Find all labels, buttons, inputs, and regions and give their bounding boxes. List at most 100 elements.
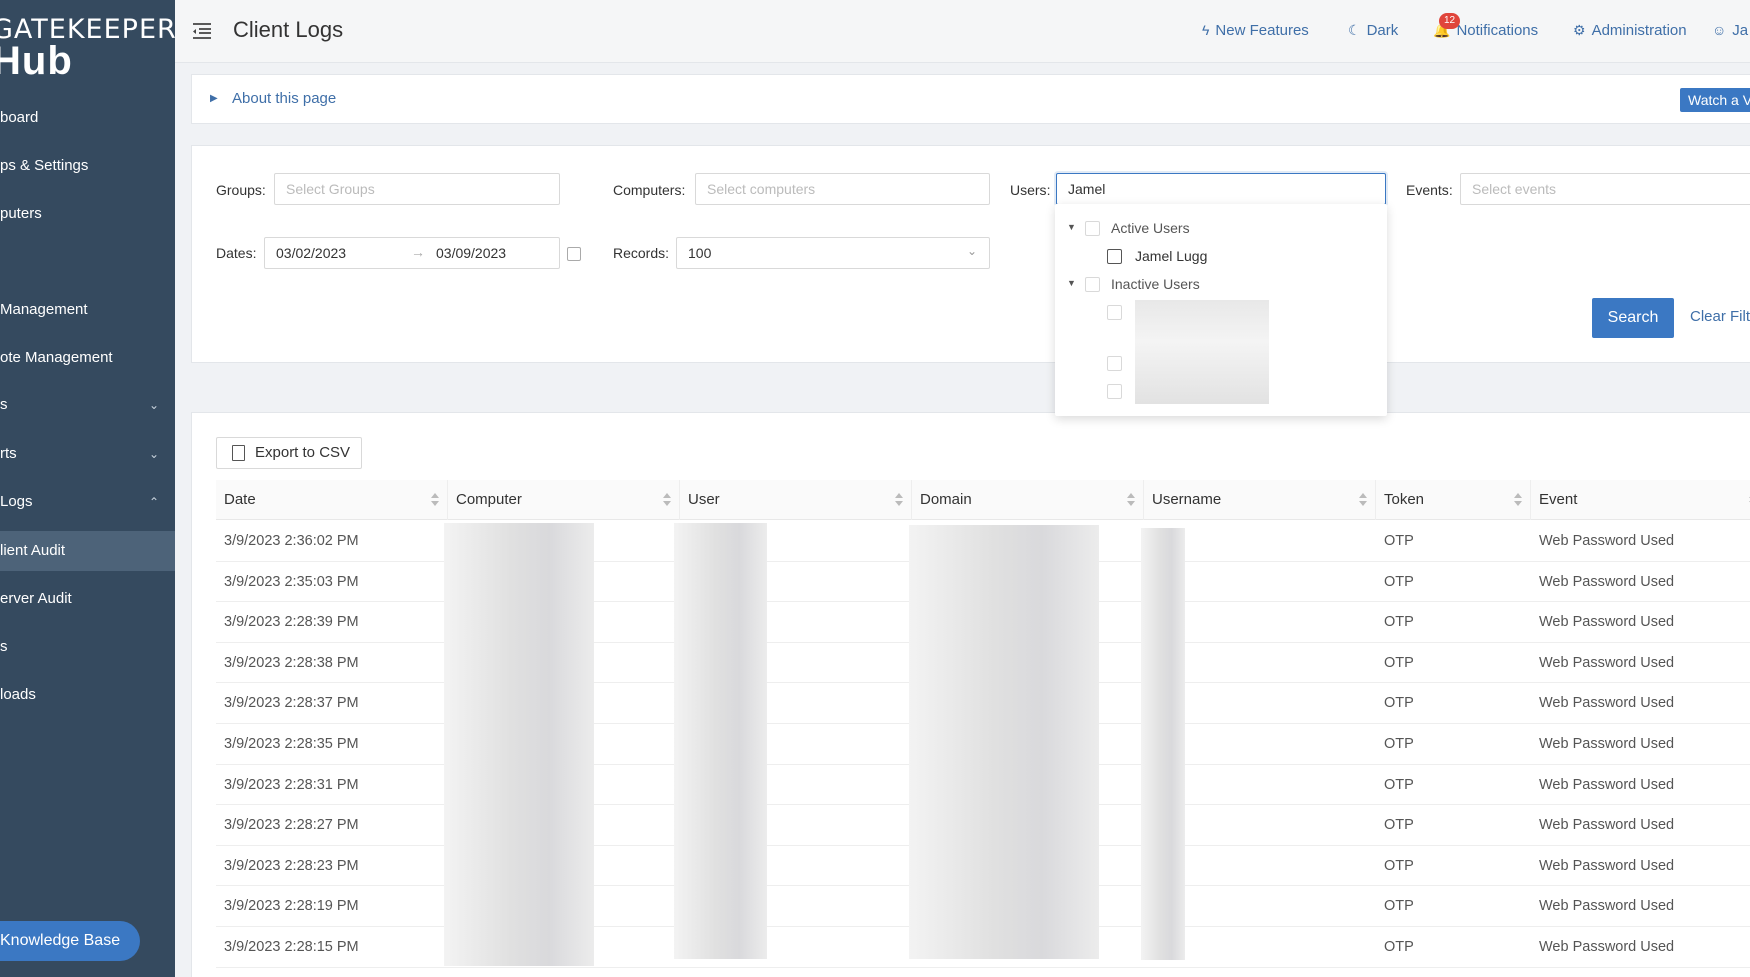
brand-logo-bottom: Hub xyxy=(0,39,73,83)
records-select[interactable]: 100 xyxy=(676,237,990,269)
inactive-users-group[interactable]: Inactive Users xyxy=(1111,272,1200,296)
lightning-icon: ϟ xyxy=(1202,22,1210,38)
sidebar-item-computers[interactable]: puters xyxy=(0,194,175,234)
caret-down-icon[interactable]: ▼ xyxy=(1067,222,1076,232)
sidebar-item-label: puters xyxy=(0,205,42,222)
sidebar-item-label: lient Audit xyxy=(0,542,66,559)
sort-icon[interactable] xyxy=(895,493,903,507)
administration-label: Administration xyxy=(1591,22,1687,39)
notifications-link[interactable]: 🔔 12 Notifications xyxy=(1433,13,1539,39)
cell-date: 3/9/2023 2:35:03 PM xyxy=(224,573,359,590)
cell-token: OTP xyxy=(1384,939,1414,955)
user-option-jamel-lugg[interactable]: Jamel Lugg xyxy=(1135,244,1207,268)
brand-logo[interactable]: GATEKEEPER Hub xyxy=(0,14,175,84)
search-button[interactable]: Search xyxy=(1592,298,1674,338)
users-select-input[interactable]: Jamel xyxy=(1056,173,1386,205)
column-header-token[interactable]: Token xyxy=(1376,480,1531,520)
new-features-link[interactable]: ϟ New Features xyxy=(1202,22,1309,39)
sort-icon[interactable] xyxy=(431,493,439,507)
sidebar-item-collapsible-1[interactable]: s ⌄ xyxy=(0,385,175,425)
sidebar-item-server-audit[interactable]: erver Audit xyxy=(0,579,175,619)
caret-right-icon[interactable]: ▶ xyxy=(210,93,218,104)
cell-date: 3/9/2023 2:28:31 PM xyxy=(224,776,359,793)
sidebar-item-label: loads xyxy=(0,686,36,703)
users-dropdown: ▼ Active Users Jamel Lugg ▼ Inactive Use… xyxy=(1055,204,1387,416)
knowledge-base-button[interactable]: Knowledge Base xyxy=(0,921,140,961)
menu-toggle-icon[interactable] xyxy=(191,20,213,42)
cell-date: 3/9/2023 2:28:15 PM xyxy=(224,939,359,955)
sidebar: GATEKEEPER Hub board ps & Settings puter… xyxy=(0,0,175,977)
date-to[interactable]: 03/09/2023 xyxy=(436,245,506,261)
notifications-label: Notifications xyxy=(1456,22,1539,39)
calendar-icon[interactable] xyxy=(567,247,581,261)
caret-down-icon[interactable]: ▼ xyxy=(1067,278,1076,288)
records-label: Records: xyxy=(613,245,670,261)
cell-date: 3/9/2023 2:28:27 PM xyxy=(224,817,359,834)
column-header-username[interactable]: Username xyxy=(1144,480,1376,520)
cell-token: OTP xyxy=(1384,614,1414,631)
column-header-computer[interactable]: Computer xyxy=(448,480,680,520)
cell-token: OTP xyxy=(1384,533,1414,549)
administration-link[interactable]: ⚙ Administration xyxy=(1573,22,1687,39)
events-select[interactable]: Select events xyxy=(1460,173,1750,205)
dates-label: Dates: xyxy=(216,245,257,261)
chevron-up-icon: ⌃ xyxy=(148,495,159,509)
groups-label: Groups: xyxy=(216,182,266,198)
cell-event: Web Password Used xyxy=(1539,573,1675,590)
sidebar-item-label: ote Management xyxy=(0,349,113,366)
chevron-down-icon: ⌄ xyxy=(148,398,159,412)
sidebar-item-label: board xyxy=(0,109,39,126)
sort-icon[interactable] xyxy=(1359,493,1367,507)
export-csv-button[interactable]: Export to CSV xyxy=(216,437,362,469)
inactive-user-checkbox[interactable] xyxy=(1107,305,1122,320)
redacted-user-column xyxy=(674,523,767,959)
cell-token: OTP xyxy=(1384,776,1414,793)
user-menu[interactable]: ☺ Ja xyxy=(1712,22,1748,39)
sidebar-item-reports[interactable]: rts ⌄ xyxy=(0,434,175,474)
jamel-lugg-checkbox[interactable] xyxy=(1107,249,1122,264)
column-header-domain[interactable]: Domain xyxy=(912,480,1144,520)
cell-token: OTP xyxy=(1384,654,1414,671)
about-panel: ▶ About this page Watch a V xyxy=(191,74,1750,124)
moon-icon: ☾ xyxy=(1348,22,1361,38)
about-this-page-toggle[interactable]: About this page xyxy=(232,90,336,107)
cell-date: 3/9/2023 2:36:02 PM xyxy=(224,533,359,549)
sidebar-item-misc[interactable]: s xyxy=(0,627,175,667)
inactive-user-checkbox[interactable] xyxy=(1107,384,1122,399)
cell-date: 3/9/2023 2:28:38 PM xyxy=(224,654,359,671)
cell-event: Web Password Used xyxy=(1539,533,1675,549)
cell-token: OTP xyxy=(1384,695,1414,712)
inactive-users-checkbox[interactable] xyxy=(1085,277,1100,292)
sidebar-item-downloads[interactable]: loads xyxy=(0,675,175,715)
column-header-date[interactable]: Date xyxy=(216,480,448,520)
clear-filters-button[interactable]: Clear Filte xyxy=(1690,308,1750,325)
active-users-checkbox[interactable] xyxy=(1085,221,1100,236)
sidebar-item-remote-management[interactable]: ote Management xyxy=(0,338,175,378)
sidebar-item-logs[interactable]: Logs ⌃ xyxy=(0,482,175,522)
dark-mode-label: Dark xyxy=(1366,22,1399,39)
sort-icon[interactable] xyxy=(663,493,671,507)
computers-select[interactable]: Select computers xyxy=(695,173,990,205)
sidebar-item-dashboard[interactable]: board xyxy=(0,98,175,138)
active-users-group[interactable]: Active Users xyxy=(1111,216,1190,240)
gear-icon: ⚙ xyxy=(1573,22,1586,38)
cell-event: Web Password Used xyxy=(1539,817,1675,834)
users-label: Users: xyxy=(1010,182,1051,198)
page-title: Client Logs xyxy=(233,17,344,42)
cell-token: OTP xyxy=(1384,857,1414,874)
cell-event: Web Password Used xyxy=(1539,614,1675,631)
watch-video-button[interactable]: Watch a V xyxy=(1680,88,1750,112)
sort-icon[interactable] xyxy=(1514,493,1522,507)
sort-icon[interactable] xyxy=(1127,493,1135,507)
sidebar-item-groups-settings[interactable]: ps & Settings xyxy=(0,146,175,186)
sidebar-item-client-audit[interactable]: lient Audit xyxy=(0,531,175,571)
inactive-user-checkbox[interactable] xyxy=(1107,356,1122,371)
date-from[interactable]: 03/02/2023 xyxy=(276,245,346,261)
groups-select[interactable]: Select Groups xyxy=(274,173,560,205)
column-header-event[interactable]: Event xyxy=(1531,480,1750,520)
notification-count-badge: 12 xyxy=(1439,13,1461,29)
sidebar-item-user-management[interactable]: Management xyxy=(0,290,175,330)
dark-mode-toggle[interactable]: ☾ Dark xyxy=(1348,22,1398,39)
column-header-user[interactable]: User xyxy=(680,480,912,520)
sidebar-item-label: Logs xyxy=(0,493,33,510)
